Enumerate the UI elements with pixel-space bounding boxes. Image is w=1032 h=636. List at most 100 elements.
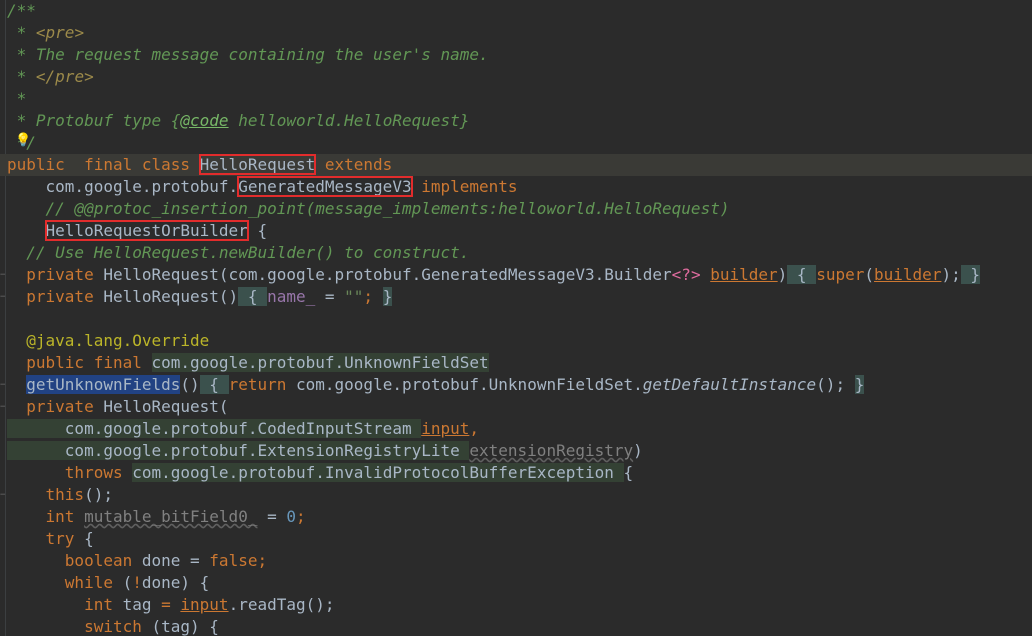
code-token: ( — [864, 265, 875, 284]
code-token: implements — [411, 177, 518, 196]
highlighted-identifier: GeneratedMessageV3 — [237, 176, 413, 197]
code-token: public — [7, 353, 94, 372]
code-token: switch — [7, 617, 152, 636]
code-token: input — [180, 595, 229, 614]
code-token: HelloRequest( — [103, 397, 229, 416]
code-token: = — [257, 507, 287, 526]
code-token: <pre> — [35, 23, 85, 42]
code-token: , — [469, 419, 480, 438]
code-token: mutable_bitField0_ — [84, 507, 258, 526]
code-token: this — [7, 485, 85, 504]
code-token: <?> — [671, 265, 701, 284]
code-token: ; — [363, 287, 383, 306]
code-token: { — [84, 529, 94, 548]
code-line[interactable]: * </pre> — [0, 66, 1032, 88]
code-token: (); — [816, 375, 855, 394]
code-token: (); — [84, 485, 113, 504]
code-line[interactable]: int mutable_bitField0_ = 0; — [0, 506, 1032, 528]
code-token: ); — [941, 265, 961, 284]
code-token: try — [7, 529, 85, 548]
code-token: return — [228, 375, 296, 394]
code-token: getUnknownFields — [26, 375, 181, 394]
code-token: ) — [777, 265, 788, 284]
code-line[interactable] — [0, 308, 1032, 330]
code-token: done — [141, 551, 191, 570]
code-token: com.google.protobuf.CodedInputStream — [7, 419, 422, 438]
code-token: public — [7, 155, 85, 174]
code-token: @code — [180, 111, 229, 130]
code-token: } — [960, 265, 980, 284]
code-line[interactable]: HelloRequestOrBuilder { — [0, 220, 1032, 242]
code-line[interactable]: * — [0, 88, 1032, 110]
code-token: { — [787, 265, 817, 284]
code-token: = — [324, 287, 345, 306]
code-token: helloworld.HelloRequest} — [228, 111, 470, 130]
code-token: @java.lang.Override — [7, 331, 210, 350]
code-line[interactable]: while (!done) { — [0, 572, 1032, 594]
code-line[interactable]: com.google.protobuf.GeneratedMessageV3 i… — [0, 176, 1032, 198]
code-token: com.google.protobuf. — [7, 177, 239, 196]
code-token: done) { — [141, 573, 210, 592]
code-line[interactable]: // Use HelloRequest.newBuilder() to cons… — [0, 242, 1032, 264]
code-token: (tag) { — [151, 617, 219, 636]
code-token: = — [161, 595, 181, 614]
code-token: false — [209, 551, 258, 570]
code-token: private — [7, 265, 104, 284]
code-token: builder — [710, 265, 778, 284]
code-line[interactable]: /** — [0, 0, 1032, 22]
code-line[interactable]: * <pre> — [0, 22, 1032, 44]
code-token: ; — [296, 507, 306, 526]
code-token: { — [623, 463, 634, 482]
code-token: name_ — [267, 287, 325, 306]
code-token: builder — [874, 265, 942, 284]
code-token: * Protobuf type { — [7, 111, 181, 130]
code-token: input — [421, 419, 470, 438]
code-line[interactable]: * The request message containing the use… — [0, 44, 1032, 66]
code-line[interactable]: @java.lang.Override — [0, 330, 1032, 352]
code-token: private — [7, 397, 104, 416]
code-token: 0 — [286, 507, 296, 526]
code-line[interactable]: com.google.protobuf.CodedInputStream inp… — [0, 418, 1032, 440]
code-line[interactable]: private HelloRequest() { name_ = ""; } — [0, 286, 1032, 308]
code-line[interactable]: // @@protoc_insertion_point(message_impl… — [0, 198, 1032, 220]
code-token: int — [7, 507, 85, 526]
code-token: .readTag(); — [228, 595, 335, 614]
lightbulb-icon[interactable]: 💡 — [15, 130, 31, 152]
code-token: HelloRequest() — [103, 287, 239, 306]
code-line[interactable]: this(); — [0, 484, 1032, 506]
code-line[interactable]: com.google.protobuf.ExtensionRegistryLit… — [0, 440, 1032, 462]
code-token: } — [382, 287, 393, 306]
code-line[interactable]: int tag = input.readTag(); — [0, 594, 1032, 616]
code-token: com.google.protobuf.InvalidProtocolBuffe… — [132, 463, 624, 482]
highlighted-identifier: HelloRequestOrBuilder — [44, 220, 249, 241]
code-line[interactable]: public final com.google.protobuf.Unknown… — [0, 352, 1032, 374]
code-line[interactable]: * Protobuf type {@code helloworld.HelloR… — [0, 110, 1032, 132]
code-line[interactable]: getUnknownFields() { return com.google.p… — [0, 374, 1032, 396]
code-line[interactable]: public final class HelloRequest extends — [0, 154, 1032, 176]
code-line[interactable]: throws com.google.protobuf.InvalidProtoc… — [0, 462, 1032, 484]
code-line[interactable]: boolean done = false; — [0, 550, 1032, 572]
code-line[interactable]: */💡 — [0, 132, 1032, 154]
code-line[interactable]: switch (tag) { — [0, 616, 1032, 636]
code-token: = — [190, 551, 210, 570]
code-token: () — [180, 375, 200, 394]
code-token: com.google.protobuf.UnknownFieldSet — [151, 353, 489, 372]
code-token: int — [7, 595, 123, 614]
code-line[interactable]: private HelloRequest(com.google.protobuf… — [0, 264, 1032, 286]
code-token: { — [199, 375, 229, 394]
code-line[interactable]: try { — [0, 528, 1032, 550]
code-token: * The request message containing the use… — [7, 45, 489, 64]
code-line[interactable]: private HelloRequest( — [0, 396, 1032, 418]
code-token: extends — [315, 155, 393, 174]
code-token: * — [7, 89, 27, 108]
code-token: } — [854, 375, 865, 394]
code-token: ! — [132, 573, 142, 592]
code-token: "" — [344, 287, 364, 306]
code-token: com.google.protobuf.UnknownFieldSet. — [296, 375, 643, 394]
code-token: // @@protoc_insertion_point(message_impl… — [7, 199, 730, 218]
code-token: while — [7, 573, 123, 592]
code-editor[interactable]: − − − − − /** * <pre> * The request message … — [0, 0, 1032, 636]
